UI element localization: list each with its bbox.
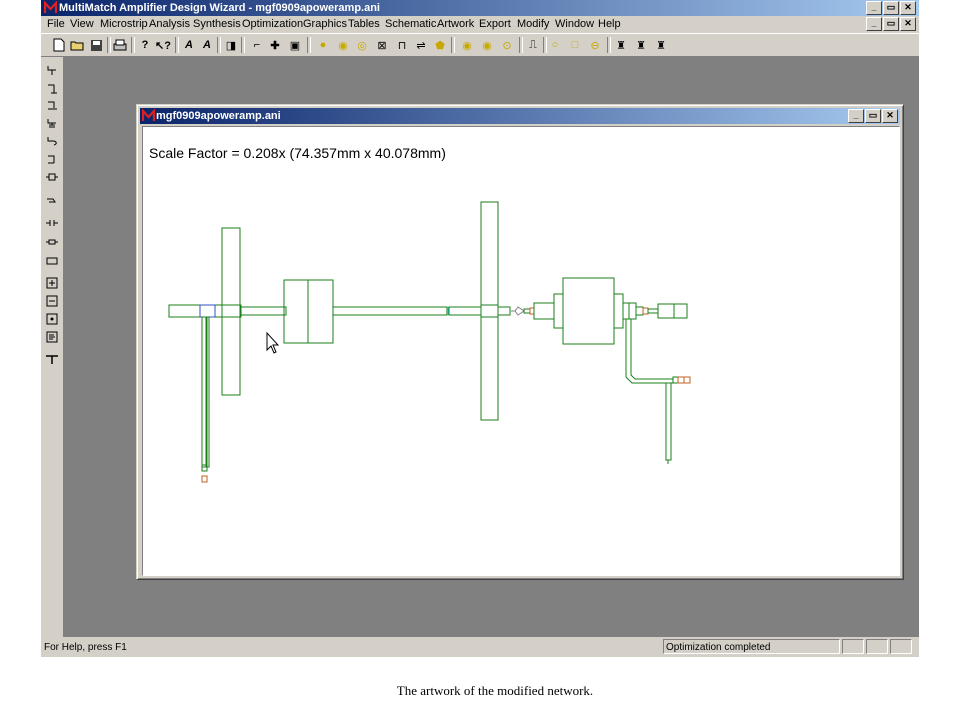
restore-button[interactable]: ▭ [883,1,899,15]
series-cap-icon[interactable] [44,194,60,208]
element-icon[interactable]: ▣ [287,37,303,53]
status-pane-1 [842,639,864,654]
shunt-l-icon[interactable] [44,134,60,148]
status-pane-2 [866,639,888,654]
menu-schematic[interactable]: Schematic [385,18,436,31]
mdi-restore-button[interactable]: ▭ [883,17,899,31]
probe-icon[interactable] [44,352,60,366]
help-icon[interactable]: ? [137,37,153,53]
status-bar: For Help, press F1 Optimization complete… [41,637,919,657]
context-help-icon[interactable]: ↖? [155,37,171,53]
pulse-icon[interactable]: ⎍ [525,37,541,53]
series-line-icon[interactable] [44,170,60,184]
status-pane-3 [890,639,912,654]
amplifier-a-icon[interactable]: ♜ [613,37,629,53]
circle-f-icon[interactable]: ◉ [335,37,351,53]
circle-s-icon[interactable]: ◎ [354,37,370,53]
open-folder-icon[interactable] [69,37,85,53]
square-icon[interactable]: □ [567,37,583,53]
tee-icon[interactable]: ⊓ [394,37,410,53]
status-help-text: For Help, press F1 [44,642,127,653]
component-icon[interactable]: ◨ [223,37,239,53]
artwork-network-drawing [168,201,691,483]
menu-optimization[interactable]: Optimization [242,18,303,31]
series-element-icon[interactable] [44,63,60,77]
child-close-button[interactable]: ✕ [882,109,898,123]
child-maximize-button[interactable]: ▭ [865,109,881,123]
shunt-open-icon[interactable] [44,152,60,166]
mdi-close-button[interactable]: ✕ [900,17,916,31]
menu-analysis[interactable]: Analysis [149,18,190,31]
plus-box-icon[interactable] [44,276,60,290]
amplifier-b-icon[interactable]: ♜ [633,37,649,53]
child-minimize-button[interactable]: _ [848,109,864,123]
artwork-window: mgf0909apoweramp.ani _ ▭ ✕ Scale Factor … [136,104,904,580]
menu-bar: File View Microstrip Analysis Synthesis … [41,16,919,33]
menu-window[interactable]: Window [555,18,594,31]
app-titlebar[interactable]: MultiMatch Amplifier Design Wizard - mgf… [41,0,919,16]
menu-synthesis[interactable]: Synthesis [193,18,241,31]
coupler-icon[interactable]: ⇌ [413,37,429,53]
app-title: MultiMatch Amplifier Design Wizard - mgf… [59,2,380,14]
minus-box-icon[interactable] [44,294,60,308]
mem-box-icon[interactable] [44,330,60,344]
box-x-icon[interactable]: ⊠ [374,37,390,53]
figure-caption: The artwork of the modified network. [396,683,594,698]
menu-artwork[interactable]: Artwork [437,18,474,31]
main-toolbar: ? ↖? A A ◨ ⌐ ✚ ▣ ● ◉ ◎ ⊠ ⊓ ⇌ ⬟ ◉ ◉ ⊙ ⎍ ○… [41,33,919,57]
mdi-minimize-button[interactable]: _ [866,17,882,31]
app-window: MultiMatch Amplifier Design Wizard - mgf… [41,0,919,657]
menu-help[interactable]: Help [598,18,621,31]
artwork-window-title: mgf0909apoweramp.ani [156,110,281,122]
status-message: Optimization completed [663,639,840,654]
shunt-cap-icon[interactable] [44,116,60,130]
minimize-button[interactable]: _ [866,1,882,15]
multimatch-logo-icon [44,1,57,13]
series-r-icon[interactable] [44,235,60,249]
circle-y-icon[interactable]: ◉ [459,37,475,53]
line-tool-icon[interactable]: A [181,37,197,53]
circle-dot-icon[interactable]: ⊙ [499,37,515,53]
dot-box-icon[interactable] [44,312,60,326]
menu-modify[interactable]: Modify [517,18,549,31]
multimatch-logo-icon [142,109,155,121]
menu-graphics[interactable]: Graphics [303,18,347,31]
menu-export[interactable]: Export [479,18,511,31]
shunt-stub-icon[interactable] [44,98,60,112]
menu-microstrip[interactable]: Microstrip [100,18,148,31]
coupled-line-icon[interactable] [44,216,60,230]
series-box-icon[interactable] [44,254,60,268]
print-icon[interactable] [112,37,128,53]
element-toolbar [41,57,64,637]
menu-view[interactable]: View [70,18,94,31]
circle-icon[interactable]: ○ [547,37,563,53]
amplifier-c-icon[interactable]: ♜ [653,37,669,53]
circle-c-icon[interactable]: ◉ [479,37,495,53]
cross-junction-icon[interactable]: ✚ [267,37,283,53]
curve-tool-icon[interactable]: A [199,37,215,53]
artwork-canvas[interactable]: Scale Factor = 0.208x (74.357mm x 40.078… [142,126,900,576]
artwork-window-titlebar[interactable]: mgf0909apoweramp.ani _ ▭ ✕ [140,108,900,124]
circle-yellow-icon[interactable]: ● [315,37,331,53]
mdi-workspace: mgf0909apoweramp.ani _ ▭ ✕ Scale Factor … [64,57,919,637]
new-file-icon[interactable] [51,37,67,53]
menu-tables[interactable]: Tables [348,18,380,31]
menu-file[interactable]: File [47,18,65,31]
open-stub-icon[interactable]: ⬟ [432,37,448,53]
shunt-element-icon[interactable] [44,81,60,95]
microstrip-bend-icon[interactable]: ⌐ [249,37,265,53]
close-button[interactable]: ✕ [900,1,916,15]
circle-minus-icon[interactable]: ⊖ [587,37,603,53]
save-icon[interactable] [88,37,104,53]
